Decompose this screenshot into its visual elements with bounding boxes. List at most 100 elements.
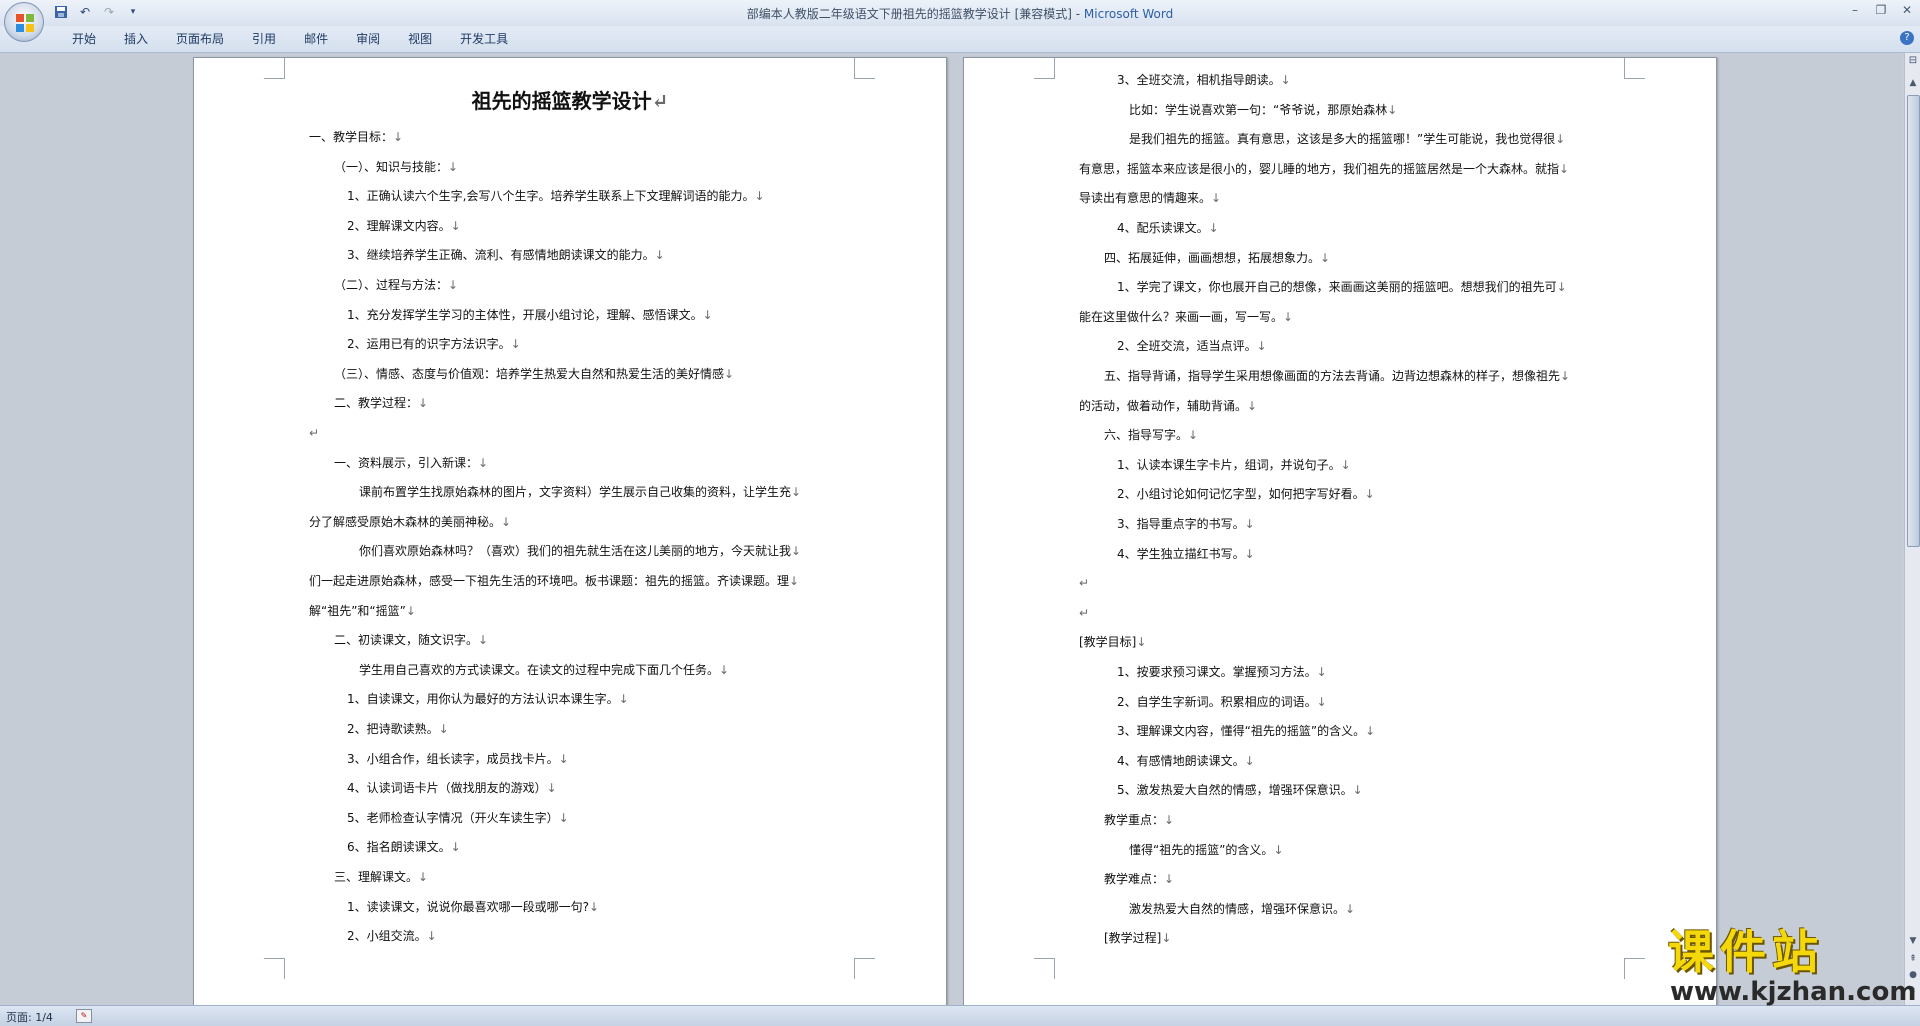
status-bar: 页面: 1/4 ✎ xyxy=(0,1005,1920,1026)
ruler-toggle-icon[interactable]: ⊟ xyxy=(1906,55,1920,69)
text-line-content: 3、全班交流，相机指导朗读。 xyxy=(1117,73,1281,87)
text-line: 一、资料展示，引入新课：↓ xyxy=(334,455,488,471)
previous-page-icon[interactable]: ⇞ xyxy=(1905,951,1920,967)
scroll-thumb[interactable] xyxy=(1907,95,1920,547)
watermark-url: www.kjzhan.com xyxy=(1670,977,1917,1007)
paragraph-mark: ↓ xyxy=(1161,931,1172,946)
paragraph-mark: ↓ xyxy=(791,485,802,500)
text-line: 2、小组讨论如何记忆字型，如何把字写好看。↓ xyxy=(1117,486,1375,502)
text-line: 2、运用已有的识字方法识字。↓ xyxy=(347,336,521,352)
document-page-1[interactable]: 祖先的摇篮教学设计↵ 一、教学目标：↓ （一）、知识与技能：↓ 1、正确认读六个生字… xyxy=(193,57,947,1005)
tab-insert[interactable]: 插入 xyxy=(110,30,162,48)
paragraph-mark: ↓ xyxy=(1340,457,1351,472)
tab-review[interactable]: 审阅 xyxy=(342,30,394,48)
text-line-content: 激发热爱大自然的情感，增强环保意识。 xyxy=(1129,901,1346,916)
paragraph-mark: ↓ xyxy=(791,544,802,559)
text-line-content: 二、初读课文，随文识字。 xyxy=(334,633,479,648)
page-title-text: 祖先的摇篮教学设计 xyxy=(471,89,652,113)
paragraph-mark: ↓ xyxy=(448,278,459,292)
paragraph-mark: ↓ xyxy=(618,692,629,707)
paragraph-mark: ↓ xyxy=(1316,694,1327,709)
text-line-content: 3、指导重点字的书写。 xyxy=(1117,517,1245,531)
text-line: 4、认读词语卡片（做找朋友的游戏）↓ xyxy=(347,780,557,796)
text-line: （一）、知识与技能：↓ xyxy=(334,159,458,175)
text-line-content: 2、把诗歌读熟。 xyxy=(347,722,439,736)
text-line-content: 4、有感情地朗读课文。 xyxy=(1117,753,1245,768)
text-line: 1、按要求预习课文。掌握预习方法。↓ xyxy=(1117,664,1327,680)
page-title: 祖先的摇篮教学设计↵ xyxy=(194,85,946,114)
text-line-content: 3、继续培养学生正确、流利、有感情地朗读课文的能力。 xyxy=(347,248,655,263)
paragraph-mark: ↓ xyxy=(501,514,512,529)
margin-corner xyxy=(1034,58,1055,79)
text-line: （三）、情感、态度与价值观：培养学生热爱大自然和热爱生活的美好情感↓ xyxy=(334,366,734,382)
text-line: 4、有感情地朗读课文。↓ xyxy=(1117,753,1255,769)
help-icon[interactable]: ? xyxy=(1900,31,1914,45)
text-line-content: [教学过程] xyxy=(1104,931,1162,946)
document-page-2[interactable]: 3、全班交流，相机指导朗读。↓ 比如：学生说喜欢第一句：“爷爷说，那原始森林↓ 是我… xyxy=(963,57,1717,1005)
paragraph-mark: ↓ xyxy=(1280,73,1291,87)
tab-developer[interactable]: 开发工具 xyxy=(446,30,522,48)
paragraph-mark: ↓ xyxy=(546,781,557,796)
scroll-down-icon[interactable]: ▼ xyxy=(1905,933,1920,949)
text-line: ↵ xyxy=(1079,605,1089,621)
text-line-content: （三）、情感、态度与价值观：培养学生热爱大自然和热爱生活的美好情感 xyxy=(334,366,725,381)
paragraph-mark: ↓ xyxy=(724,366,735,381)
proofing-status-icon[interactable]: ✎ xyxy=(76,1009,92,1023)
text-line-content: 能在这里做什么？来画一画，写一写。 xyxy=(1079,309,1284,324)
text-line: 2、小组交流。↓ xyxy=(347,928,437,944)
paragraph-mark: ↵ xyxy=(309,426,320,440)
text-line: 五、指导背诵，指导学生采用想像画面的方法去背诵。边背边想森林的样子，想像祖先↓ xyxy=(1104,368,1570,384)
text-line: 1、认读本课生字卡片，组词，并说句子。↓ xyxy=(1117,457,1351,473)
paragraph-mark: ↓ xyxy=(1559,161,1570,176)
text-line-content: 1、学完了课文，你也展开自己的想像，来画画这美丽的摇篮吧。想想我们的祖先可 xyxy=(1117,280,1557,295)
paragraph-mark: ↓ xyxy=(1283,309,1294,324)
paragraph-mark: ↓ xyxy=(1188,428,1199,443)
document-workspace[interactable]: 祖先的摇篮教学设计↵ 一、教学目标：↓ （一）、知识与技能：↓ 1、正确认读六个生字… xyxy=(0,53,1902,1005)
page-counter[interactable]: 页面: 1/4 xyxy=(6,1009,53,1025)
text-line-content: 4、配乐读课文。 xyxy=(1117,221,1209,235)
paragraph-mark: ↓ xyxy=(450,218,461,233)
text-line: 你们喜欢原始森林吗？（喜欢）我们的祖先就生活在这儿美丽的地方，今天就让我↓ xyxy=(359,543,801,559)
tab-home[interactable]: 开始 xyxy=(58,30,110,48)
text-line-content: 2、小组讨论如何记忆字型，如何把字写好看。 xyxy=(1117,487,1365,502)
text-line: 激发热爱大自然的情感，增强环保意识。↓ xyxy=(1129,901,1355,917)
margin-corner xyxy=(854,958,875,979)
text-line: [教学过程]↓ xyxy=(1104,930,1171,946)
office-button[interactable] xyxy=(4,2,44,42)
text-line-content: 1、认读本课生字卡片，组词，并说句子。 xyxy=(1117,457,1341,472)
paragraph-mark: ↓ xyxy=(1387,102,1398,117)
scroll-up-icon[interactable]: ▲ xyxy=(1905,75,1920,91)
tab-page-layout[interactable]: 页面布局 xyxy=(162,30,238,48)
paragraph-mark: ↓ xyxy=(438,722,449,736)
text-line: 3、指导重点字的书写。↓ xyxy=(1117,516,1255,532)
paragraph-mark: ↓ xyxy=(426,929,437,944)
close-icon[interactable]: ✕ xyxy=(1898,2,1916,18)
paragraph-mark: ↓ xyxy=(1555,132,1566,147)
text-line: 的活动，做着动作，辅助背诵。↓ xyxy=(1079,398,1257,414)
paragraph-mark: ↓ xyxy=(1364,487,1375,502)
paragraph-mark: ↓ xyxy=(1247,398,1258,413)
minimize-icon[interactable]: – xyxy=(1846,2,1864,18)
tab-view[interactable]: 视图 xyxy=(394,30,446,48)
tab-references[interactable]: 引用 xyxy=(238,30,290,48)
text-line: 6、指名朗读课文。↓ xyxy=(347,839,461,855)
text-line: 课前布置学生找原始森林的图片，文字资料）学生展示自己收集的资料，让学生充↓ xyxy=(359,484,801,500)
paragraph-mark: ↓ xyxy=(1352,783,1363,798)
text-line-content: 2、小组交流。 xyxy=(347,929,427,944)
text-line-content: 懂得“祖先的摇篮”的含义。 xyxy=(1129,842,1274,857)
text-line: 4、学生独立描红书写。↓ xyxy=(1117,546,1255,562)
text-line-content: 3、理解课文内容，懂得“祖先的摇篮”的含义。 xyxy=(1117,724,1366,739)
text-line: 比如：学生说喜欢第一句：“爷爷说，那原始森林↓ xyxy=(1129,102,1397,118)
paragraph-mark: ↓ xyxy=(1136,635,1147,650)
restore-icon[interactable]: ❐ xyxy=(1872,2,1890,18)
document-title: 部编本人教版二年级语文下册祖先的摇篮教学设计 [兼容模式] - xyxy=(746,7,1084,21)
paragraph-mark: ↓ xyxy=(478,455,489,470)
paragraph-mark: ↓ xyxy=(719,662,730,677)
text-line: 三、理解课文。↓ xyxy=(334,869,428,885)
paragraph-mark: ↓ xyxy=(1164,872,1175,887)
watermark-text: 课件站 xyxy=(1668,925,1824,979)
text-line: 5、激发热爱大自然的情感，增强环保意识。↓ xyxy=(1117,782,1363,798)
vertical-scrollbar[interactable]: ⊟ ▲ ▼ ⇞ ● ⇟ xyxy=(1904,53,1920,1005)
margin-corner xyxy=(854,58,875,79)
tab-mailings[interactable]: 邮件 xyxy=(290,30,342,48)
